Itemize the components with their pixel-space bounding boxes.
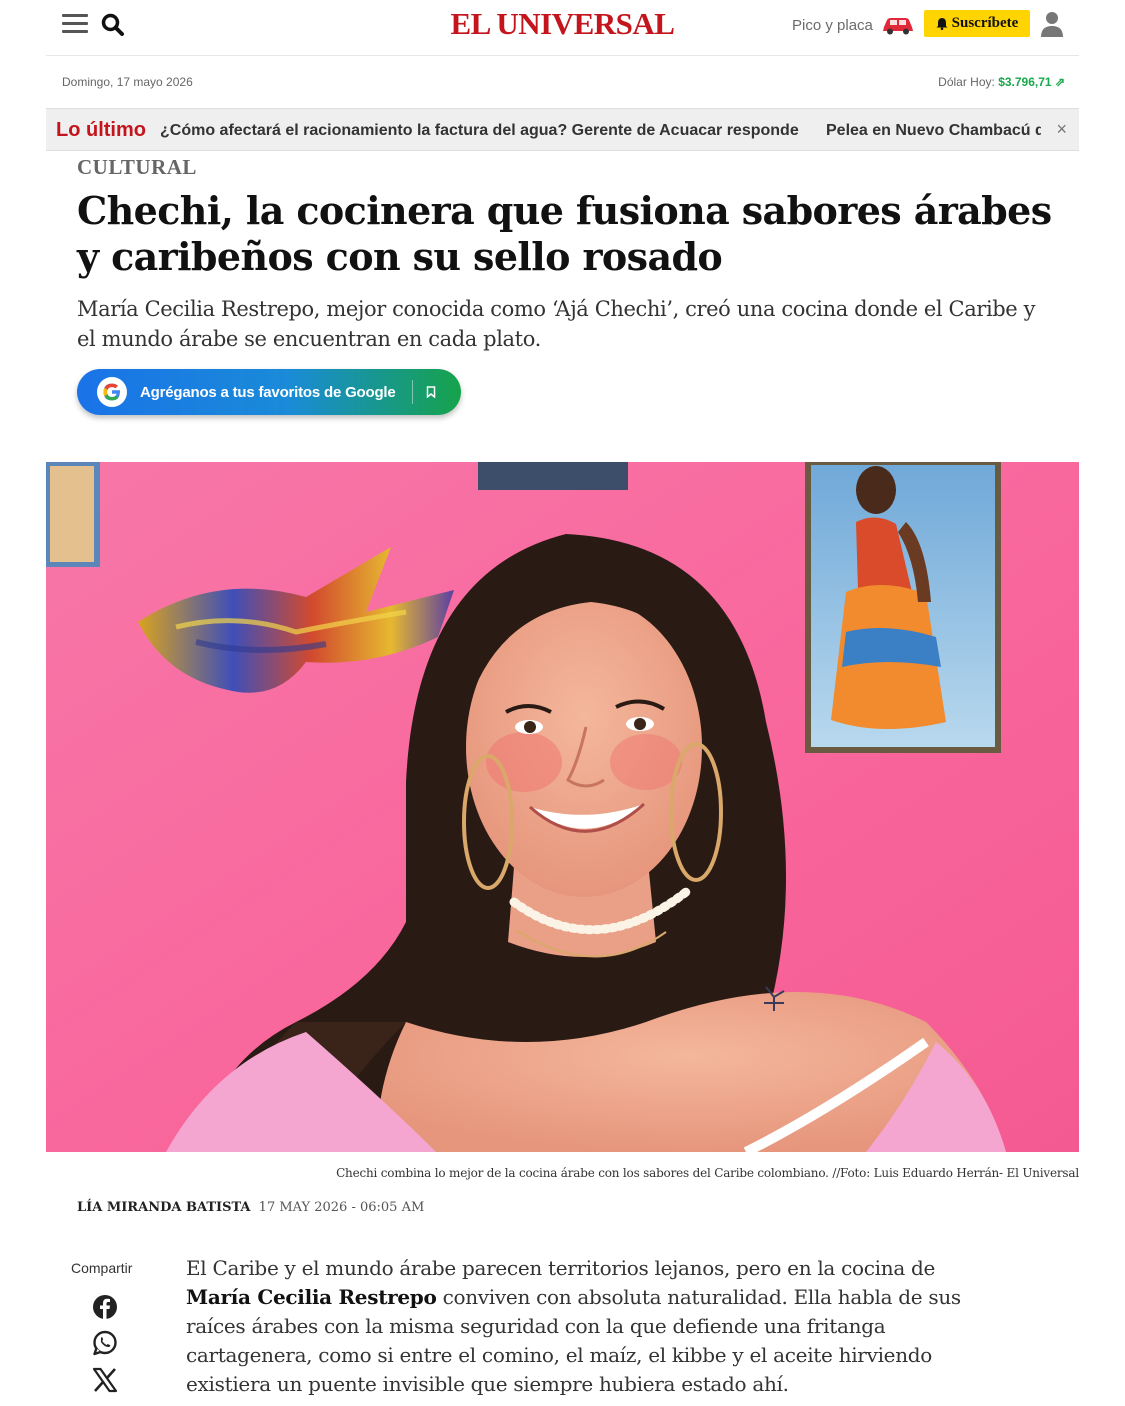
article-title: Chechi, la cocinera que fusiona sabores … — [77, 188, 1052, 279]
google-icon — [97, 377, 127, 407]
whatsapp-icon[interactable] — [91, 1329, 119, 1357]
button-divider — [411, 380, 413, 404]
pico-y-placa-link[interactable]: Pico y placa — [792, 15, 915, 35]
google-favorites-label: Agréganos a tus favoritos de Google — [140, 383, 396, 401]
share-panel: Compartir — [71, 1260, 141, 1276]
current-date: Domingo, 17 mayo 2026 — [62, 75, 193, 89]
section-label[interactable]: CULTURAL — [77, 155, 197, 180]
article-body: El Caribe y el mundo árabe parecen terri… — [186, 1254, 986, 1399]
x-icon[interactable] — [91, 1366, 119, 1394]
publish-date: 17 MAY 2026 - 06:05 AM — [258, 1200, 425, 1215]
dolar-label: Dólar Hoy: — [938, 75, 995, 89]
body-highlight: María Cecilia Restrepo — [186, 1285, 437, 1309]
share-label: Compartir — [71, 1260, 133, 1276]
author-name[interactable]: LÍA MIRANDA BATISTA — [77, 1200, 251, 1215]
site-header: EL UNIVERSAL Pico y placa Suscríbete — [46, 0, 1079, 56]
bookmark-icon — [426, 386, 435, 398]
dolar-rate[interactable]: Dólar Hoy: $3.796,71 ⇗ — [938, 75, 1065, 89]
byline: LÍA MIRANDA BATISTA 17 MAY 2026 - 06:05 … — [77, 1200, 424, 1215]
body-text: El Caribe y el mundo árabe parecen terri… — [186, 1256, 936, 1280]
bell-icon — [936, 18, 948, 30]
pico-y-placa-label: Pico y placa — [792, 16, 873, 34]
trend-up-icon: ⇗ — [1054, 75, 1065, 89]
subscribe-label: Suscríbete — [951, 15, 1019, 31]
ticker-label: Lo último — [56, 119, 146, 141]
article-photo — [46, 462, 1079, 1152]
close-icon[interactable]: × — [1056, 119, 1067, 140]
photo-caption: Chechi combina lo mejor de la cocina ára… — [336, 1166, 1079, 1180]
car-icon — [882, 18, 913, 35]
date-row: Domingo, 17 mayo 2026 Dólar Hoy: $3.796,… — [46, 56, 1079, 106]
ticker-item[interactable]: ¿Cómo afectará el racionamiento la factu… — [160, 122, 799, 140]
ticker-item[interactable]: Pelea en Nuevo Chambacú d — [826, 122, 1041, 140]
facebook-icon[interactable] — [91, 1293, 119, 1321]
breaking-news-ticker: Lo último ¿Cómo afectará el racionamient… — [46, 108, 1079, 151]
photo-illustration — [46, 462, 1079, 1152]
google-favorites-button[interactable]: Agréganos a tus favoritos de Google — [77, 369, 461, 415]
dolar-value: $3.796,71 — [998, 75, 1052, 89]
article-lead: María Cecilia Restrepo, mejor conocida c… — [77, 297, 1036, 351]
user-icon[interactable] — [1039, 10, 1065, 38]
subscribe-button[interactable]: Suscríbete — [924, 10, 1030, 37]
